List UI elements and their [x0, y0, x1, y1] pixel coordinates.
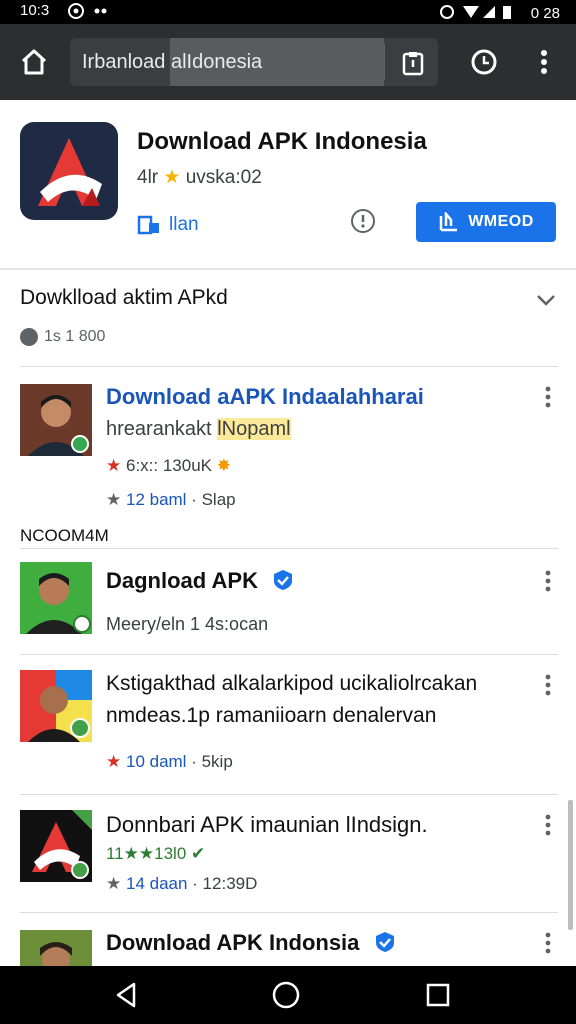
item-thumbnail: [20, 930, 92, 966]
item-meta-tail: · 5kip: [191, 752, 233, 771]
item-title-text[interactable]: Download APK Indonsia: [106, 930, 359, 955]
item-thumbnail: [20, 670, 92, 742]
star-icon: ★: [106, 752, 122, 771]
item-title[interactable]: Download aAPK Indaalahharai: [106, 384, 424, 410]
meta-icon: [20, 328, 38, 346]
app-link[interactable]: llan: [137, 214, 199, 236]
item-description: hrearankakt lNopaml: [106, 418, 291, 441]
item-description: nmdeas.1p ramaniioarn denalervan: [106, 704, 437, 727]
battery-text: 0 28: [530, 5, 560, 22]
item-meta-tail: · Slap: [191, 490, 236, 509]
star-icon: ★: [106, 874, 122, 893]
section-title[interactable]: Dowklload aktim APkd: [20, 286, 228, 310]
browser-toolbar: Irbanload alIdonesia: [0, 24, 576, 100]
header-divider: [0, 268, 576, 270]
list-divider: [20, 794, 558, 795]
system-status-icons: 0 28: [439, 2, 560, 22]
status-bar: 10:3 0 28: [0, 0, 576, 24]
verified-badge-icon: [375, 932, 394, 952]
overflow-menu-icon[interactable]: [530, 46, 558, 78]
item-rating-text: 6:x:: 130uK: [125, 456, 212, 475]
item-meta-tail: · 12:39D: [192, 874, 258, 893]
install-label: WMEOD: [468, 213, 534, 230]
system-nav-bar: [0, 966, 576, 1024]
app-link-label: llan: [169, 214, 199, 235]
install-button[interactable]: WMEOD: [416, 202, 556, 242]
back-icon[interactable]: [112, 980, 142, 1010]
item-title[interactable]: Download APK Indonsia: [106, 930, 396, 956]
info-icon[interactable]: [350, 208, 376, 234]
scrollbar[interactable]: [568, 800, 573, 930]
list-divider: [20, 548, 558, 549]
app-logo[interactable]: [20, 122, 118, 220]
more-options-icon[interactable]: [540, 814, 556, 836]
list-item[interactable]: Dagnload APK Meery/eln 1 4s:ocan: [0, 560, 576, 650]
list-divider: [20, 654, 558, 655]
app-subtitle: 4lr ★ uvska:02: [137, 166, 262, 189]
item-thumbnail: [20, 384, 92, 456]
list-item[interactable]: Download APK Indonsia: [0, 924, 576, 966]
item-title[interactable]: Kstigakthad alkalarkipod ucikaliolrcakan: [106, 672, 477, 696]
recent-apps-icon[interactable]: [424, 981, 452, 1009]
item-meta-count: 14 daan: [125, 874, 188, 893]
item-highlight: lNopaml: [217, 418, 291, 440]
more-options-icon[interactable]: [540, 570, 556, 592]
star-icon: ★: [106, 456, 122, 475]
app-subtitle-left: 4lr: [137, 167, 159, 188]
install-icon: [439, 212, 458, 232]
item-rating-text: 11★★13l0: [106, 844, 187, 863]
history-icon[interactable]: [468, 46, 500, 78]
clipboard-icon[interactable]: [400, 50, 426, 76]
url-text[interactable]: Irbanload alIdonesia: [82, 51, 262, 74]
home-icon[interactable]: [18, 46, 50, 78]
section-meta: 1s 1 800: [20, 328, 105, 346]
item-thumbnail: [20, 810, 92, 882]
link-icon: [137, 215, 159, 235]
url-bar[interactable]: Irbanload alIdonesia: [70, 38, 438, 86]
verified-badge-icon: [274, 570, 293, 590]
app-subtitle-right: uvska:02: [185, 167, 262, 188]
item-thumbnail: [20, 562, 92, 634]
item-rating: ★ 6:x:: 130uK ✸: [106, 456, 231, 476]
list-item[interactable]: Kstigakthad alkalarkipod ucikaliolrcakan…: [0, 668, 576, 788]
url-bar-divider: [384, 44, 385, 80]
star-icon: ★: [163, 167, 181, 188]
item-meta: ★ 12 baml · Slap: [106, 490, 236, 510]
item-meta-count: 12 baml: [125, 490, 187, 509]
status-time: 10:3: [20, 2, 50, 19]
list-item[interactable]: Download aAPK Indaalahharai hrearankakt …: [0, 380, 576, 520]
star-icon: ★: [106, 490, 122, 509]
item-description-text: hrearankakt: [106, 418, 212, 440]
results-label: NCOOM4M: [20, 526, 109, 545]
list-divider: [20, 366, 558, 367]
list-divider: [20, 912, 558, 913]
item-meta: ★ 10 daml · 5kip: [106, 752, 233, 772]
item-description: Meery/eln 1 4s:ocan: [106, 614, 269, 634]
more-options-icon[interactable]: [540, 932, 556, 954]
more-options-icon[interactable]: [540, 674, 556, 696]
app-header: Download APK Indonesia 4lr ★ uvska:02 ll…: [0, 100, 576, 270]
more-options-icon[interactable]: [540, 386, 556, 408]
section-meta-text: 1s 1 800: [44, 328, 106, 345]
verified-badge-icon: ✔: [191, 844, 206, 863]
item-meta-count: 10 daml: [125, 752, 187, 771]
item-title[interactable]: Dagnload APK: [106, 568, 294, 594]
item-title[interactable]: Donnbari APK imaunian lIndsign.: [106, 812, 428, 838]
item-rating: 11★★13l0 ✔: [106, 844, 205, 864]
item-title-text[interactable]: Dagnload APK: [106, 568, 258, 593]
list-item[interactable]: Donnbari APK imaunian lIndsign. 11★★13l0…: [0, 806, 576, 906]
chevron-down-icon[interactable]: [534, 290, 558, 310]
badge-icon: ✸: [216, 456, 231, 475]
item-meta: ★ 14 daan · 12:39D: [106, 874, 257, 894]
home-nav-icon[interactable]: [270, 979, 302, 1011]
app-title: Download APK Indonesia: [137, 128, 427, 155]
